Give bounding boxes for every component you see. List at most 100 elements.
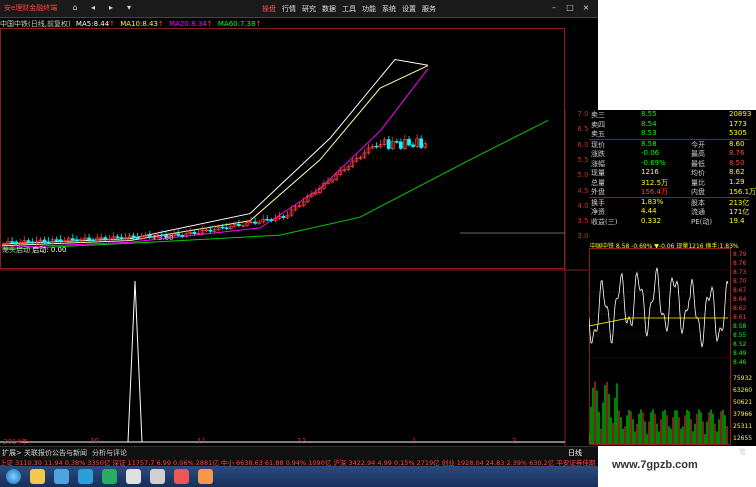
chat-icon[interactable]: [102, 469, 117, 484]
browser-icon[interactable]: [54, 469, 69, 484]
candle-body: [224, 227, 229, 229]
quote-value: 4.44: [641, 207, 657, 215]
quote-label: 总量: [591, 178, 605, 187]
candle-body: [253, 221, 257, 224]
realtime-price-label: 8.52: [733, 341, 747, 348]
minimize-icon[interactable]: –: [548, 2, 560, 14]
home-icon[interactable]: ⌂: [68, 2, 82, 14]
candle-body: [54, 239, 59, 241]
quote-value: 156.1万: [729, 188, 756, 196]
quote-value: -0.06: [641, 149, 660, 157]
quote-value: 8.62: [729, 168, 745, 176]
realtime-price-label: 8.55: [733, 332, 747, 339]
ma10-value: 8.43: [142, 20, 158, 28]
menu-functions[interactable]: 功能: [362, 4, 376, 14]
ma60-value: 7.38: [239, 20, 256, 28]
forward-icon[interactable]: ▸: [104, 2, 118, 14]
menu-service[interactable]: 服务: [422, 4, 436, 14]
quote-label: 内盘: [691, 188, 705, 196]
candle-body: [265, 218, 270, 221]
candle-body: [180, 235, 185, 237]
ma20-label: MA20:: [169, 20, 192, 28]
realtime-price-label: 8.70: [733, 278, 747, 285]
network-icon[interactable]: [150, 469, 165, 484]
app-title: 安e理财金融终端: [4, 4, 58, 12]
indicator-panel: [0, 280, 565, 443]
quote-value: 156.4万: [641, 188, 669, 196]
candle-body: [10, 241, 14, 243]
quote-label: PE(动): [691, 217, 713, 226]
realtime-price-label: 8.58: [733, 323, 747, 330]
quote-value: 8.53: [641, 129, 657, 137]
candle-body: [30, 241, 35, 244]
low-price-marker: ↑3.60: [152, 234, 173, 242]
menu-system[interactable]: 系统: [382, 4, 396, 14]
quote-label: 涨幅: [591, 159, 605, 168]
kline-chart[interactable]: ↑3.60: [0, 28, 598, 446]
quote-value: 8.54: [641, 119, 657, 128]
quote-row: 收益(三) 0.332 PE(动) 19.4: [589, 217, 749, 227]
menu-settings[interactable]: 设置: [402, 4, 416, 14]
terminal-icon[interactable]: [174, 469, 189, 484]
candle-body: [131, 235, 136, 238]
player-icon[interactable]: [126, 469, 141, 484]
back-icon[interactable]: ◂: [86, 2, 100, 14]
quote-value: 8.55: [641, 110, 657, 118]
menu-research[interactable]: 研究: [302, 4, 316, 14]
indicator-header: 龙头启动 启动: 0.00: [2, 245, 66, 255]
quote-label: 量比: [691, 178, 705, 187]
realtime-volume-label: 63260: [733, 387, 752, 394]
ma10-label: MA10:: [120, 20, 143, 28]
indicator-sub-label: 启动:: [32, 246, 49, 254]
candle-body: [419, 138, 423, 148]
candle-body: [411, 144, 415, 147]
quote-value: -0.69%: [641, 158, 666, 167]
bottom-tab-bar: 扩展> 关联报价 公告与新闻 分析与评论 日线: [0, 446, 598, 457]
terminal-window: 安e理财金融终端 ⌂ ◂ ▸ ▾ 操盘 行情 研究 数据 工具 功能 系统 设置…: [0, 0, 598, 487]
quote-row: 净资 4.44 流通 171亿: [589, 207, 749, 217]
quote-label: 卖四: [591, 120, 605, 129]
candle-body: [192, 232, 197, 235]
ma5-value: 8.44: [93, 20, 110, 28]
quote-label: 现价: [591, 140, 605, 149]
candle-body: [14, 241, 18, 245]
menu-tools[interactable]: 工具: [342, 4, 356, 14]
candle-body: [399, 141, 403, 149]
quote-label: 外盘: [591, 188, 605, 196]
realtime-price-label: 8.79: [733, 251, 747, 258]
candle-body: [208, 229, 213, 232]
quote-label: 今开: [691, 140, 705, 149]
quote-label: 现量: [591, 169, 605, 177]
folder-icon[interactable]: [30, 469, 45, 484]
candle-body: [281, 216, 286, 218]
menu-data[interactable]: 数据: [322, 4, 336, 14]
media-icon[interactable]: [198, 469, 213, 484]
candle-body: [91, 239, 95, 241]
realtime-price-label: 8.49: [733, 350, 747, 357]
maximize-icon[interactable]: □: [564, 2, 576, 14]
menu-quotes[interactable]: 行情: [282, 4, 296, 14]
ma60-label: MA60:: [217, 20, 240, 28]
ma20-value: 8.34: [191, 20, 207, 28]
app-icon[interactable]: [78, 469, 93, 484]
realtime-price-label: 8.73: [733, 269, 747, 276]
quote-row: 换手 1.83% 股本 213亿: [589, 196, 749, 208]
realtime-volume-label: 25311: [733, 423, 752, 430]
candle-body: [407, 139, 411, 146]
start-icon[interactable]: [6, 469, 21, 484]
date-label: 12: [297, 437, 306, 445]
realtime-volume-label: 12655: [733, 435, 752, 442]
dropdown-icon[interactable]: ▾: [122, 2, 136, 14]
realtime-volume-label: 50621: [733, 399, 752, 406]
quote-value: 20893: [729, 110, 752, 118]
candle-body: [103, 237, 108, 240]
quote-row: 总量 312.5万 量比 1.29: [589, 178, 749, 188]
realtime-volume-label: 37966: [733, 411, 752, 418]
realtime-chart[interactable]: 8.79 8.76 8.73 8.70 8.67 8.64 8.62 8.61 8.58 8.55…: [589, 248, 756, 446]
ma-line: [1, 119, 549, 250]
close-icon[interactable]: ×: [580, 2, 592, 14]
ma5-label: MA5:: [75, 20, 94, 28]
menu-trade[interactable]: 操盘: [262, 4, 276, 14]
quote-label: 股本: [691, 198, 705, 207]
tick-tab[interactable]: 笔: [739, 447, 746, 457]
